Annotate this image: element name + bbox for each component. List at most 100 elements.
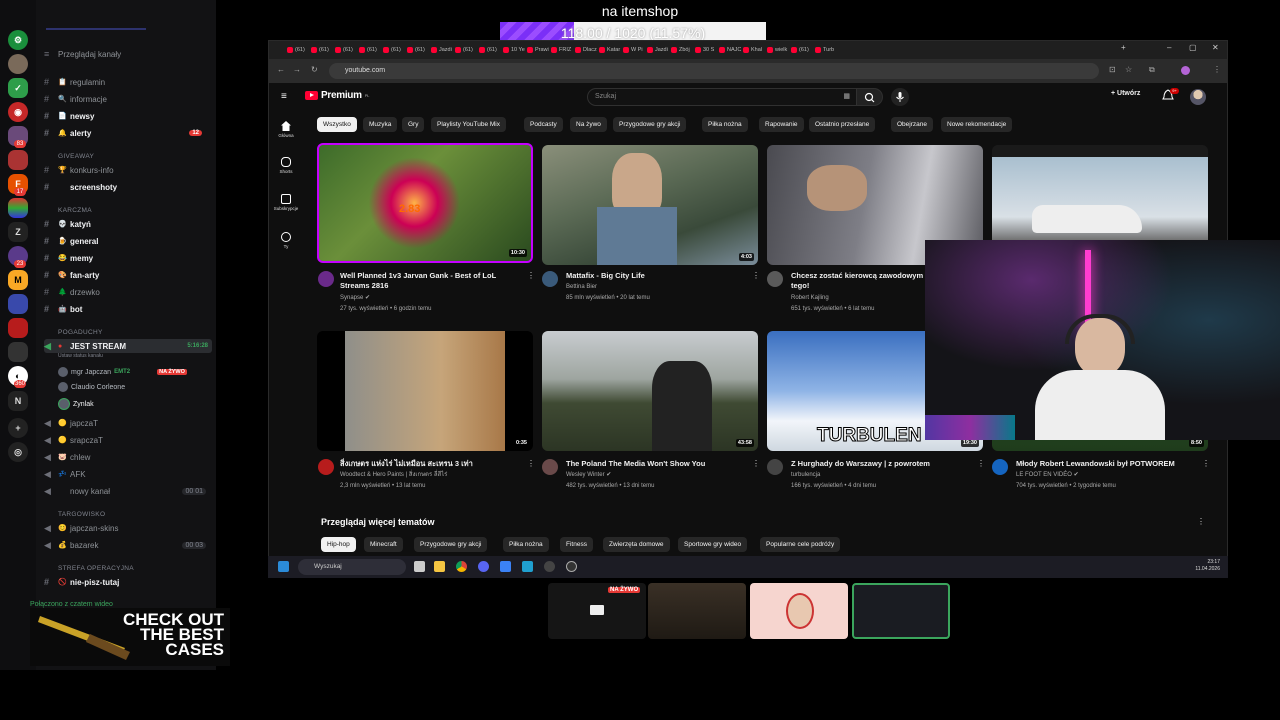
browse-channels[interactable]: ≡ Przeglądaj kanały	[44, 47, 212, 61]
channel-status[interactable]: Ustaw status kanału	[58, 353, 103, 359]
channel-fan-arty[interactable]: # 🎨 fan-arty	[44, 268, 212, 282]
channel-avatar[interactable]	[992, 459, 1008, 475]
close-icon[interactable]: ✕	[1212, 43, 1219, 52]
server-icon[interactable]: N	[8, 391, 28, 411]
chip-piłka-nożna[interactable]: Piłka nożna	[702, 117, 748, 132]
new-tab-icon[interactable]: +	[1121, 43, 1126, 52]
video-menu-icon[interactable]: ⋮	[527, 271, 535, 280]
channel-newsy[interactable]: # 📄 newsy	[44, 109, 212, 123]
chrome-icon[interactable]	[456, 561, 467, 572]
channel-drzewko[interactable]: # 🌲 drzewko	[44, 285, 212, 299]
guide-you[interactable]: Ty	[273, 232, 299, 249]
browser-tab[interactable]: 10 Ye	[503, 44, 525, 56]
voice-channel[interactable]: ◀ 🟡 japczaT	[44, 416, 212, 430]
channel-katyn[interactable]: # 💀 katyń	[44, 217, 212, 231]
chip-na-żywo[interactable]: Na żywo	[570, 117, 607, 132]
browser-tab[interactable]: Zbój	[671, 44, 690, 56]
discord-icon[interactable]	[478, 561, 489, 572]
chip-minecraft[interactable]: Minecraft	[364, 537, 403, 552]
browser-tab[interactable]: Dlacz	[575, 44, 597, 56]
category-karczma[interactable]: KARCZMA	[44, 203, 212, 217]
chip-obejrzane[interactable]: Obejrzane	[891, 117, 933, 132]
add-server-icon[interactable]: +	[8, 418, 28, 438]
channel-general[interactable]: # 🍺 general	[44, 234, 212, 248]
video-menu-icon[interactable]: ⋮	[752, 459, 760, 468]
search-button[interactable]	[857, 88, 883, 106]
channel-bot[interactable]: # 🤖 bot	[44, 302, 212, 316]
back-icon[interactable]: ←	[277, 65, 285, 74]
keyboard-icon[interactable]: ▦	[843, 89, 850, 105]
voice-user[interactable]: Zynlak	[58, 398, 94, 410]
server-icon[interactable]	[8, 54, 28, 74]
browser-tab[interactable]: (61)	[383, 44, 401, 56]
chip-gry[interactable]: Gry	[402, 117, 425, 132]
voice-user[interactable]: mgr Japczan EMT2 NA ŻYWO	[58, 367, 187, 377]
server-icon[interactable]: Z	[8, 222, 28, 242]
browser-tab[interactable]: Jazdi	[431, 44, 452, 56]
video-title[interactable]: สิ่งเกษตร แห่งไร่ ไม่เหมือน สะเทรน 3 เท่…	[340, 459, 520, 469]
chip-ostatnio-przesłane[interactable]: Ostatnio przesłane	[809, 117, 876, 132]
server-icon[interactable]	[8, 318, 28, 338]
chip-hip-hop[interactable]: Hip-hop	[321, 537, 356, 552]
browser-tab[interactable]: (61)	[407, 44, 425, 56]
chip-sportowe-gry-wideo[interactable]: Sportowe gry wideo	[678, 537, 748, 552]
create-button[interactable]: + Utwórz	[1111, 90, 1140, 97]
server-icon[interactable]: ✓	[8, 78, 28, 98]
taskbar-search[interactable]: Wyszukaj	[298, 559, 406, 575]
chip-zwierzęta-domowe[interactable]: Zwierzęta domowe	[603, 537, 670, 552]
hamburger-icon[interactable]: ≡	[281, 91, 287, 102]
chip-popularne-cele-podróży[interactable]: Popularne cele podróży	[760, 537, 841, 552]
video-channel[interactable]: LE FOOT EN VIDÉO ✔	[1016, 470, 1206, 480]
chip-piłka-nożna[interactable]: Piłka nożna	[503, 537, 549, 552]
maximize-icon[interactable]: ▢	[1189, 43, 1197, 52]
video-thumbnail[interactable]: 0:35	[317, 331, 533, 451]
browser-tab[interactable]: FRIZ	[551, 44, 571, 56]
taskbar-clock[interactable]: 23:17 11.04.2026	[1195, 559, 1220, 573]
browser-tab[interactable]: (61)	[455, 44, 473, 56]
video-menu-icon[interactable]: ⋮	[1202, 459, 1210, 468]
channel-informacje[interactable]: # 🔍 informacje	[44, 92, 212, 106]
stage-participant[interactable]	[852, 583, 950, 639]
browser-tab[interactable]: (61)	[791, 44, 809, 56]
chip-muzyka[interactable]: Muzyka	[363, 117, 398, 132]
channel-name[interactable]: Bettina Bier	[566, 282, 756, 292]
channel-avatar[interactable]	[542, 271, 558, 287]
channel-name[interactable]: Woodtect & Hero Paints | สิ่งเกษตร ลี่สี…	[340, 470, 530, 480]
video-menu-icon[interactable]: ⋮	[527, 459, 535, 468]
app-icon[interactable]	[522, 561, 533, 572]
channel-nie-pisz-tutaj[interactable]: # 🚫 nie-pisz-tutaj	[44, 575, 212, 589]
browser-profile-avatar[interactable]	[1181, 66, 1190, 75]
chip-przygodowe-gry-akcji[interactable]: Przygodowe gry akcji	[414, 537, 488, 552]
category-pogaduchy[interactable]: POGADUCHY	[44, 325, 212, 339]
channel-screenshoty[interactable]: # screenshoty	[44, 180, 212, 194]
reload-icon[interactable]: ↻	[311, 65, 318, 74]
channel-avatar[interactable]	[318, 271, 334, 287]
chip-przygodowe-gry-akcji[interactable]: Przygodowe gry akcji	[613, 117, 687, 132]
channel-name[interactable]: turbulencja	[791, 470, 981, 480]
channel-alerty[interactable]: # 🔔 alerty 12	[44, 126, 212, 140]
video-title[interactable]: Z Hurghady do Warszawy | z powrotem	[791, 459, 971, 469]
video-channel[interactable]: Synapse ✔	[340, 293, 530, 303]
video-title[interactable]: Młody Robert Lewandowski był POTWOREM	[1016, 459, 1196, 469]
chip-podcasty[interactable]: Podcasty	[524, 117, 563, 132]
chip-nowe-rekomendacje[interactable]: Nowe rekomendacje	[941, 117, 1013, 132]
chip-fitness[interactable]: Fitness	[560, 537, 593, 552]
voice-channel[interactable]: ◀ 😊 japczan-skins	[44, 521, 212, 535]
voice-user[interactable]: Claudio Corleone	[58, 382, 125, 392]
voice-channel[interactable]: ◀ 💤 AFK	[44, 467, 212, 481]
minimize-icon[interactable]: –	[1167, 43, 1171, 52]
chip-wszystko[interactable]: Wszystko	[317, 117, 357, 132]
channel-avatar[interactable]	[767, 459, 783, 475]
browser-tab[interactable]: (61)	[311, 44, 329, 56]
install-icon[interactable]: ⊡	[1109, 65, 1116, 74]
server-icon[interactable]	[8, 342, 28, 362]
folder-icon[interactable]	[434, 561, 445, 572]
video-title[interactable]: Chcesz zostać kierowcą zawodowym tego!	[791, 271, 931, 291]
channel-memy[interactable]: # 😂 memy	[44, 251, 212, 265]
voice-channel[interactable]: ◀ 🐷 chlew	[44, 450, 212, 464]
video-thumbnail[interactable]: 2.83 10:30	[317, 143, 533, 263]
channel-avatar[interactable]	[318, 459, 334, 475]
browser-tab[interactable]: Katar	[599, 44, 620, 56]
browser-tab[interactable]: 30 S	[695, 44, 714, 56]
channel-avatar[interactable]	[767, 271, 783, 287]
